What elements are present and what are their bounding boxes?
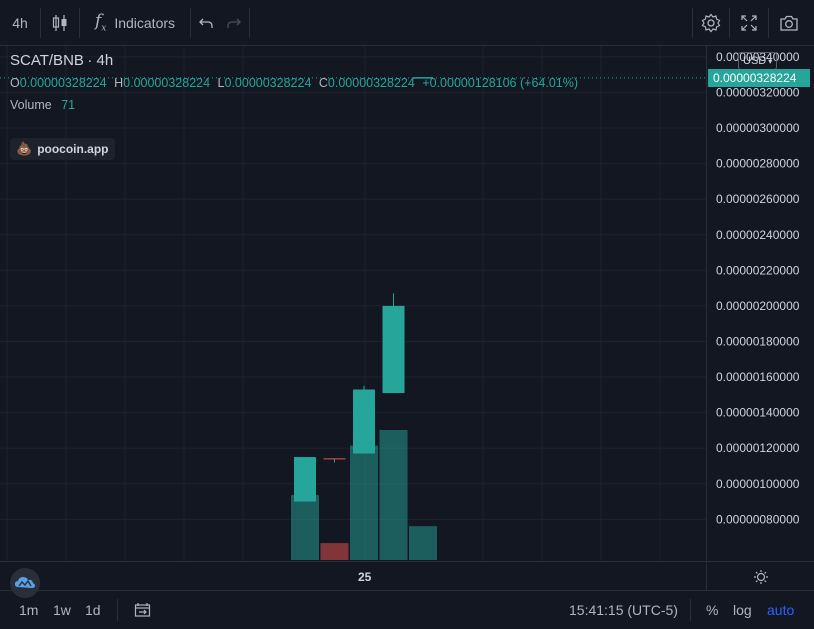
price-tick-label: 0.00000200000 [716, 299, 800, 313]
range-1d-button[interactable]: 1d [85, 591, 101, 629]
redo-icon [227, 18, 241, 28]
indicators-button[interactable]: fx Indicators [80, 0, 190, 45]
fullscreen-icon [741, 14, 757, 31]
volume-value: 71 [61, 98, 76, 112]
symbol-label: SCAT/BNB [10, 52, 84, 69]
volume-bar [350, 445, 378, 560]
volume-bar [379, 430, 408, 560]
range-1w-button[interactable]: 1w [53, 591, 71, 629]
auto-scale-button[interactable]: auto [767, 591, 794, 629]
volume-legend: Volume 71 [10, 98, 75, 112]
settings-button[interactable] [693, 0, 729, 45]
range-label: 1m [19, 602, 39, 618]
price-tick-label: 0.00000180000 [716, 334, 800, 348]
date-range-button[interactable] [134, 591, 152, 629]
price-tick-label: 0.00000260000 [716, 192, 800, 206]
candle-body [294, 457, 316, 502]
volume-bar [409, 526, 437, 560]
bottombar-divider [690, 599, 691, 621]
interval-label: 4h [12, 14, 28, 31]
sun-settings-icon [754, 569, 768, 584]
low-label: L [217, 76, 225, 90]
interval-button[interactable]: 4h [0, 0, 40, 45]
volume-bar [320, 543, 349, 560]
indicators-label: Indicators [114, 14, 176, 31]
currency-label: USD [743, 55, 767, 67]
price-tick-label: 0.00000320000 [716, 85, 800, 99]
calendar-range-icon [134, 603, 151, 617]
chart-type-button[interactable] [41, 0, 79, 45]
price-tick-label: 0.00000140000 [716, 406, 800, 420]
low-value: 0.00000328224 [224, 76, 312, 90]
price-tick-label: 0.00000300000 [716, 121, 800, 135]
price-axis[interactable]: 0.00000340000 0.00000320000 0.00000300000 0… [706, 46, 814, 561]
chart-pane[interactable]: SCAT/BNB · 4h O0.00000328224 H0.00000328… [0, 46, 706, 598]
clock-timezone[interactable]: 15:41:15 (UTC-5) [569, 591, 678, 629]
price-tick-label: 0.00000120000 [716, 441, 800, 455]
current-price-tag: 0.00000328224 [708, 68, 810, 87]
undo-button[interactable] [193, 0, 219, 45]
volume-label: Volume [10, 98, 52, 112]
open-value: 0.00000328224 [19, 76, 107, 90]
top-toolbar: 4h fx Indicators [0, 0, 814, 46]
toolbar-divider [249, 8, 250, 38]
close-label: C [318, 76, 328, 90]
time-axis[interactable]: 25 [0, 561, 706, 591]
axis-settings-button[interactable] [706, 561, 814, 591]
volume-bar [291, 495, 319, 560]
price-tick-label: 0.00000160000 [716, 370, 800, 384]
price-tick-label: 0.00000220000 [716, 263, 800, 277]
range-label: 1d [85, 602, 101, 618]
bottom-toolbar: 1m 1w 1d 15:41:15 (UTC-5) % log auto [0, 590, 814, 629]
candle-body [382, 305, 405, 394]
percent-scale-button[interactable]: % [706, 591, 718, 629]
legend-title: SCAT/BNB · 4h [10, 52, 113, 69]
watermark-badge[interactable]: 💩 poocoin.app [10, 138, 115, 160]
redo-button[interactable] [221, 0, 247, 45]
log-scale-button[interactable]: log [733, 591, 752, 629]
undo-icon [199, 18, 213, 28]
camera-icon [780, 15, 798, 31]
log-label: log [733, 602, 752, 618]
bottombar-divider [117, 599, 118, 621]
candles-icon [52, 14, 67, 31]
range-label: 1w [53, 602, 71, 618]
price-tick-label: 0.00000080000 [716, 512, 800, 526]
chevron-down-icon: ▾ [768, 56, 773, 66]
change-value: +0.00000128106 (+64.01%) [422, 76, 579, 90]
time-tick-label: 25 [358, 570, 372, 584]
snapshot-button[interactable] [770, 0, 808, 45]
high-value: 0.00000328224 [123, 76, 211, 90]
percent-label: % [706, 602, 719, 618]
price-tick-label: 0.00000280000 [716, 157, 800, 171]
auto-label: auto [767, 602, 795, 618]
price-tick-label: 0.00000240000 [716, 228, 800, 242]
settings-icon [701, 13, 721, 32]
candle-body [353, 389, 375, 454]
interval-legend-label: · 4h [87, 52, 114, 69]
ohlc-legend: O0.00000328224 H0.00000328224 L0.0000032… [10, 76, 578, 90]
current-price-label: 0.00000328224 [713, 70, 797, 85]
price-tick-label: 0.00000100000 [716, 477, 800, 491]
clock-label: 15:41:15 (UTC-5) [569, 602, 678, 618]
range-1m-button[interactable]: 1m [19, 591, 38, 629]
fullscreen-button[interactable] [730, 0, 768, 45]
fx-icon: fx [94, 11, 107, 34]
watermark-label: poocoin.app [37, 142, 109, 156]
chart-canvas[interactable] [0, 46, 706, 561]
high-label: H [114, 76, 124, 90]
price-axis-labels: 0.000003400000.000003200000.000003000000… [716, 50, 800, 526]
poop-icon: 💩 [16, 141, 33, 156]
open-label: O [10, 76, 20, 90]
close-value: 0.00000328224 [327, 76, 415, 90]
toolbar-divider [768, 8, 769, 38]
toolbar-divider [190, 8, 191, 38]
currency-selector[interactable]: USD ▾ [738, 52, 778, 70]
